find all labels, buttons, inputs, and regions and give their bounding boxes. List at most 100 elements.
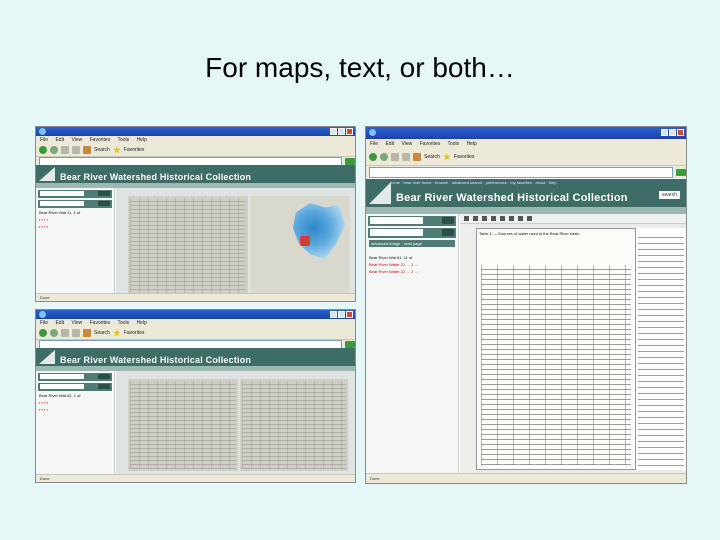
search-label[interactable]: Search	[94, 330, 110, 336]
window-titlebar	[366, 127, 686, 139]
menu-favorites[interactable]: Favorites	[90, 137, 111, 143]
home-icon[interactable]	[413, 153, 421, 161]
result-link-2[interactable]: Bear River Water 22 … 2 …	[369, 269, 455, 274]
favorites-icon[interactable]	[113, 146, 121, 154]
menu-view[interactable]: View	[71, 137, 82, 143]
close-icon[interactable]	[677, 129, 684, 136]
prev-page-icon[interactable]	[473, 216, 478, 221]
first-page-icon[interactable]	[464, 216, 469, 221]
menu-edit[interactable]: Edit	[55, 137, 64, 143]
scanned-table-page: Table 1. —Sources of water used in the B…	[476, 228, 636, 470]
advanced-image-link[interactable]: advanced image · read page	[369, 240, 455, 247]
go-button[interactable]	[345, 158, 355, 165]
forward-icon[interactable]	[380, 153, 388, 161]
stop-icon[interactable]	[61, 329, 69, 337]
home-icon[interactable]	[83, 146, 91, 154]
result-link[interactable]: ▪ ▪ ▪ ▪	[39, 217, 111, 222]
menu-view[interactable]: View	[71, 320, 82, 326]
favorites-label[interactable]: Favorites	[124, 147, 145, 153]
search-input-2[interactable]	[40, 384, 85, 389]
search-button-2[interactable]	[442, 229, 454, 236]
search-button-2[interactable]	[98, 384, 110, 389]
search-label[interactable]: Search	[424, 154, 440, 160]
forward-icon[interactable]	[50, 329, 58, 337]
menu-edit[interactable]: Edit	[55, 320, 64, 326]
menu-favorites[interactable]: Favorites	[90, 320, 111, 326]
menu-help[interactable]: Help	[467, 141, 477, 147]
site-title: Bear River Watershed Historical Collecti…	[60, 172, 252, 182]
text-column-lines	[638, 234, 684, 466]
menu-file[interactable]: File	[370, 141, 378, 147]
search-input[interactable]	[370, 217, 423, 224]
search-box[interactable]	[368, 216, 456, 226]
maximize-icon[interactable]	[669, 129, 676, 136]
search-button[interactable]	[98, 374, 110, 379]
menu-edit[interactable]: Edit	[385, 141, 394, 147]
search-button[interactable]	[442, 217, 454, 224]
search-box[interactable]	[38, 190, 112, 198]
favorites-label[interactable]: Favorites	[454, 154, 475, 160]
menu-tools[interactable]: Tools	[447, 141, 459, 147]
rotate-icon[interactable]	[518, 216, 523, 221]
back-icon[interactable]	[39, 329, 47, 337]
search-box-2[interactable]	[38, 200, 112, 208]
menu-favorites[interactable]: Favorites	[420, 141, 441, 147]
search-input[interactable]	[40, 191, 85, 196]
zoom-in-icon[interactable]	[500, 216, 505, 221]
result-link[interactable]: ▪ ▪ ▪ ▪	[39, 400, 111, 405]
favorites-icon[interactable]	[113, 329, 121, 337]
menu-bar: File Edit View Favorites Tools Help	[36, 136, 355, 144]
search-box-2[interactable]	[368, 228, 456, 238]
address-field[interactable]	[369, 166, 673, 178]
zoom-out-icon[interactable]	[509, 216, 514, 221]
refresh-icon[interactable]	[72, 146, 80, 154]
minimize-icon[interactable]	[661, 129, 668, 136]
go-button[interactable]	[345, 341, 355, 348]
menu-help[interactable]: Help	[137, 320, 147, 326]
result-link[interactable]: ▪ ▪ ▪ ▪	[39, 224, 111, 229]
search-input-2[interactable]	[370, 229, 423, 236]
menu-tools[interactable]: Tools	[117, 137, 129, 143]
close-icon[interactable]	[346, 128, 353, 135]
file-label: Bear River Wat 61, 11 of	[369, 255, 413, 260]
back-icon[interactable]	[39, 146, 47, 154]
search-input-2[interactable]	[40, 201, 85, 206]
print-icon[interactable]	[527, 216, 532, 221]
favorites-icon[interactable]	[443, 153, 451, 161]
search-box[interactable]	[38, 373, 112, 381]
result-link[interactable]: ▪ ▪ ▪ ▪	[39, 407, 111, 412]
minimize-icon[interactable]	[330, 311, 337, 318]
viewer-toolbar[interactable]	[460, 214, 686, 224]
result-link-1[interactable]: Bear River Water 21 … 1 …	[369, 262, 455, 267]
stop-icon[interactable]	[61, 146, 69, 154]
menu-help[interactable]: Help	[137, 137, 147, 143]
forward-icon[interactable]	[50, 146, 58, 154]
search-box-2[interactable]	[38, 383, 112, 391]
search-input[interactable]	[40, 374, 85, 379]
menu-file[interactable]: File	[40, 137, 48, 143]
refresh-icon[interactable]	[402, 153, 410, 161]
stop-icon[interactable]	[391, 153, 399, 161]
status-text: Done	[40, 476, 50, 481]
last-page-icon[interactable]	[491, 216, 496, 221]
maximize-icon[interactable]	[338, 128, 345, 135]
menu-tools[interactable]: Tools	[117, 320, 129, 326]
site-search-button[interactable]: search	[658, 191, 680, 199]
back-icon[interactable]	[369, 153, 377, 161]
minimize-icon[interactable]	[330, 128, 337, 135]
search-label[interactable]: Search	[94, 147, 110, 153]
site-title: Bear River Watershed Historical Collecti…	[396, 192, 628, 204]
menu-file[interactable]: File	[40, 320, 48, 326]
site-title: Bear River Watershed Historical Collecti…	[60, 355, 252, 365]
home-icon[interactable]	[83, 329, 91, 337]
site-nav-links[interactable]: home · bear river home · browse · advanc…	[390, 180, 557, 185]
next-page-icon[interactable]	[482, 216, 487, 221]
search-button-2[interactable]	[98, 201, 110, 206]
favorites-label[interactable]: Favorites	[124, 330, 145, 336]
go-button[interactable]	[676, 168, 686, 176]
maximize-icon[interactable]	[338, 311, 345, 318]
refresh-icon[interactable]	[72, 329, 80, 337]
close-icon[interactable]	[346, 311, 353, 318]
menu-view[interactable]: View	[401, 141, 412, 147]
search-button[interactable]	[98, 191, 110, 196]
